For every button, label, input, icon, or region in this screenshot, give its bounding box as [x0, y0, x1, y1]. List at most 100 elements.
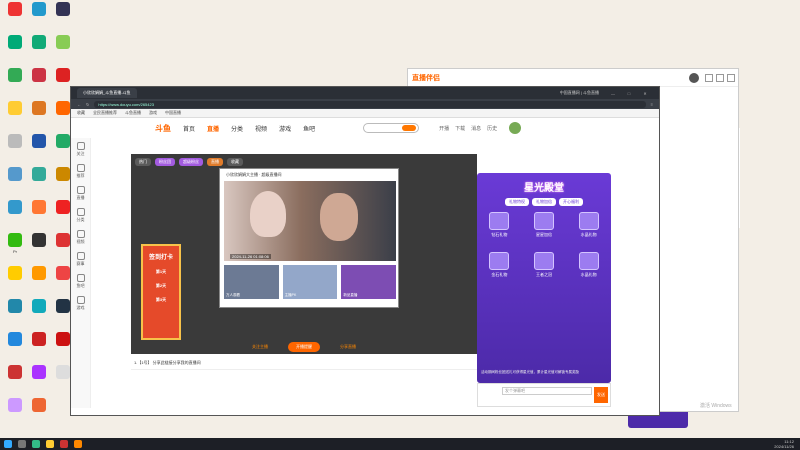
- gift-item[interactable]: 水晶礼物: [575, 252, 603, 278]
- room-tag[interactable]: 直播: [207, 158, 223, 166]
- nav-home[interactable]: 首页: [183, 124, 195, 133]
- back-icon[interactable]: ←: [77, 102, 81, 107]
- follow-button[interactable]: 关注主播: [252, 344, 268, 350]
- nav-video[interactable]: 视频: [255, 124, 267, 133]
- avatar[interactable]: [509, 122, 522, 134]
- checkin-banner[interactable]: 签到打卡 第1天 第2天 第3天: [141, 244, 181, 340]
- bookmark-item[interactable]: 游戏: [149, 110, 157, 116]
- header-icon-item[interactable]: 开播: [439, 125, 449, 132]
- app-icon[interactable]: [60, 440, 68, 448]
- sidebar-item[interactable]: 推荐: [71, 164, 90, 182]
- sidebar-item[interactable]: 鱼吧: [71, 274, 90, 292]
- bookmark-item[interactable]: 全民直播推荐: [93, 110, 117, 116]
- chat-input[interactable]: 发个弹幕吧: [502, 387, 592, 395]
- gift-item[interactable]: 钻石礼物: [485, 212, 513, 238]
- stream-video[interactable]: 2024-11-26 01:08:06: [224, 181, 396, 261]
- desktop-icon[interactable]: [2, 134, 28, 164]
- desktop-icon[interactable]: [2, 101, 28, 131]
- header-icon-item[interactable]: 历史: [487, 125, 497, 132]
- taskbar-clock[interactable]: 11:12 2024/11/26: [774, 439, 794, 449]
- close-icon[interactable]: [727, 73, 735, 82]
- close-icon[interactable]: ✕: [637, 91, 653, 96]
- desktop-icon[interactable]: [26, 299, 52, 329]
- reload-icon[interactable]: ↻: [86, 102, 89, 107]
- tab-douyu[interactable]: 小欣欣娟娟_斗鱼直播-斗鱼: [77, 88, 137, 98]
- sidebar-item[interactable]: 关注: [71, 142, 90, 160]
- settings-icon[interactable]: [705, 73, 713, 82]
- nav-category[interactable]: 分类: [231, 124, 243, 133]
- room-tag[interactable]: 热门: [135, 158, 151, 166]
- gift-item[interactable]: 金石礼物: [485, 252, 513, 278]
- desktop-icon[interactable]: [26, 233, 52, 263]
- remind-button[interactable]: 开播提醒: [288, 342, 320, 352]
- start-icon[interactable]: [4, 440, 12, 448]
- desktop-icon[interactable]: [2, 266, 28, 296]
- desktop-icon[interactable]: [26, 101, 52, 131]
- gift-item[interactable]: 水晶礼物: [575, 212, 603, 238]
- room-tag[interactable]: 超级粉丝: [179, 158, 203, 166]
- desktop-icon[interactable]: [2, 332, 28, 362]
- desktop-icon[interactable]: [2, 167, 28, 197]
- send-button[interactable]: 发送: [594, 387, 608, 403]
- gift-tab[interactable]: 礼物加倍: [532, 198, 556, 206]
- nav-live[interactable]: 直播: [207, 124, 219, 133]
- bookmark-item[interactable]: 中国直播: [165, 110, 181, 116]
- desktop-icon[interactable]: [2, 398, 28, 428]
- desktop-icon[interactable]: [2, 2, 28, 32]
- sidebar-item[interactable]: 游戏: [71, 296, 90, 314]
- header-icon-item[interactable]: 下载: [455, 125, 465, 132]
- thumbnail[interactable]: 主播PK: [282, 265, 338, 299]
- maximize-icon[interactable]: □: [621, 91, 637, 96]
- desktop-icon[interactable]: [26, 332, 52, 362]
- gift-tab[interactable]: 开心福利: [559, 198, 583, 206]
- desktop-icon[interactable]: [26, 365, 52, 395]
- app-icon[interactable]: [74, 440, 82, 448]
- desktop-icon[interactable]: [26, 398, 52, 428]
- sidebar-item[interactable]: 直播: [71, 186, 90, 204]
- sidebar-item[interactable]: 视频: [71, 230, 90, 248]
- search-icon[interactable]: [18, 440, 26, 448]
- desktop-icon[interactable]: Pr: [2, 233, 28, 263]
- share-button[interactable]: 分享直播: [340, 344, 356, 350]
- thumbnail[interactable]: 万人观看: [224, 265, 279, 299]
- sidebar-item[interactable]: 分类: [71, 208, 90, 226]
- minimize-icon[interactable]: [716, 73, 724, 82]
- avatar[interactable]: [689, 72, 699, 83]
- search-icon[interactable]: [402, 125, 417, 131]
- tab-second[interactable]: 中国直播网 | 斗鱼直播: [554, 88, 605, 98]
- desktop-icon[interactable]: [2, 299, 28, 329]
- thumbnail[interactable]: 新品直播: [341, 265, 397, 299]
- site-logo[interactable]: 斗鱼: [155, 123, 171, 134]
- desktop-icon[interactable]: [26, 266, 52, 296]
- room-tag[interactable]: 粉丝团: [155, 158, 175, 166]
- folder-icon[interactable]: [46, 440, 54, 448]
- gift-tab[interactable]: 礼物特权: [505, 198, 529, 206]
- bookmark-item[interactable]: 斗鱼直播: [125, 110, 141, 116]
- desktop-icon[interactable]: [50, 2, 76, 32]
- desktop-icon[interactable]: [26, 2, 52, 32]
- header-icon-item[interactable]: 消息: [471, 125, 481, 132]
- search-input[interactable]: [363, 123, 420, 133]
- sidebar-item[interactable]: 赛事: [71, 252, 90, 270]
- nav-game[interactable]: 游戏: [279, 124, 291, 133]
- stream-card[interactable]: 小欣欣娟娟大主播 · 超级直播间 2024-11-26 01:08:06 万人观…: [219, 168, 399, 308]
- desktop-icon[interactable]: [26, 167, 52, 197]
- desktop-icon[interactable]: [2, 200, 28, 230]
- desktop-icon[interactable]: [26, 200, 52, 230]
- nav-fishbar[interactable]: 鱼吧: [303, 124, 315, 133]
- desktop-icon[interactable]: [26, 68, 52, 98]
- desktop-icon[interactable]: [2, 365, 28, 395]
- browser-icon[interactable]: [32, 440, 40, 448]
- url-input[interactable]: https://www.douyu.com/265423: [94, 100, 646, 108]
- gift-item[interactable]: 星星加倍: [530, 212, 558, 238]
- desktop-icon[interactable]: [26, 35, 52, 65]
- menu-icon[interactable]: ≡: [651, 102, 653, 107]
- room-tag[interactable]: 收藏: [227, 158, 243, 166]
- desktop-icon[interactable]: [26, 134, 52, 164]
- desktop-icon[interactable]: [50, 35, 76, 65]
- gift-item[interactable]: 王者之冠: [530, 252, 558, 278]
- desktop-icon[interactable]: [2, 35, 28, 65]
- bookmark-item[interactable]: 收藏: [77, 110, 85, 116]
- desktop-icon[interactable]: [2, 68, 28, 98]
- minimize-icon[interactable]: —: [605, 91, 621, 96]
